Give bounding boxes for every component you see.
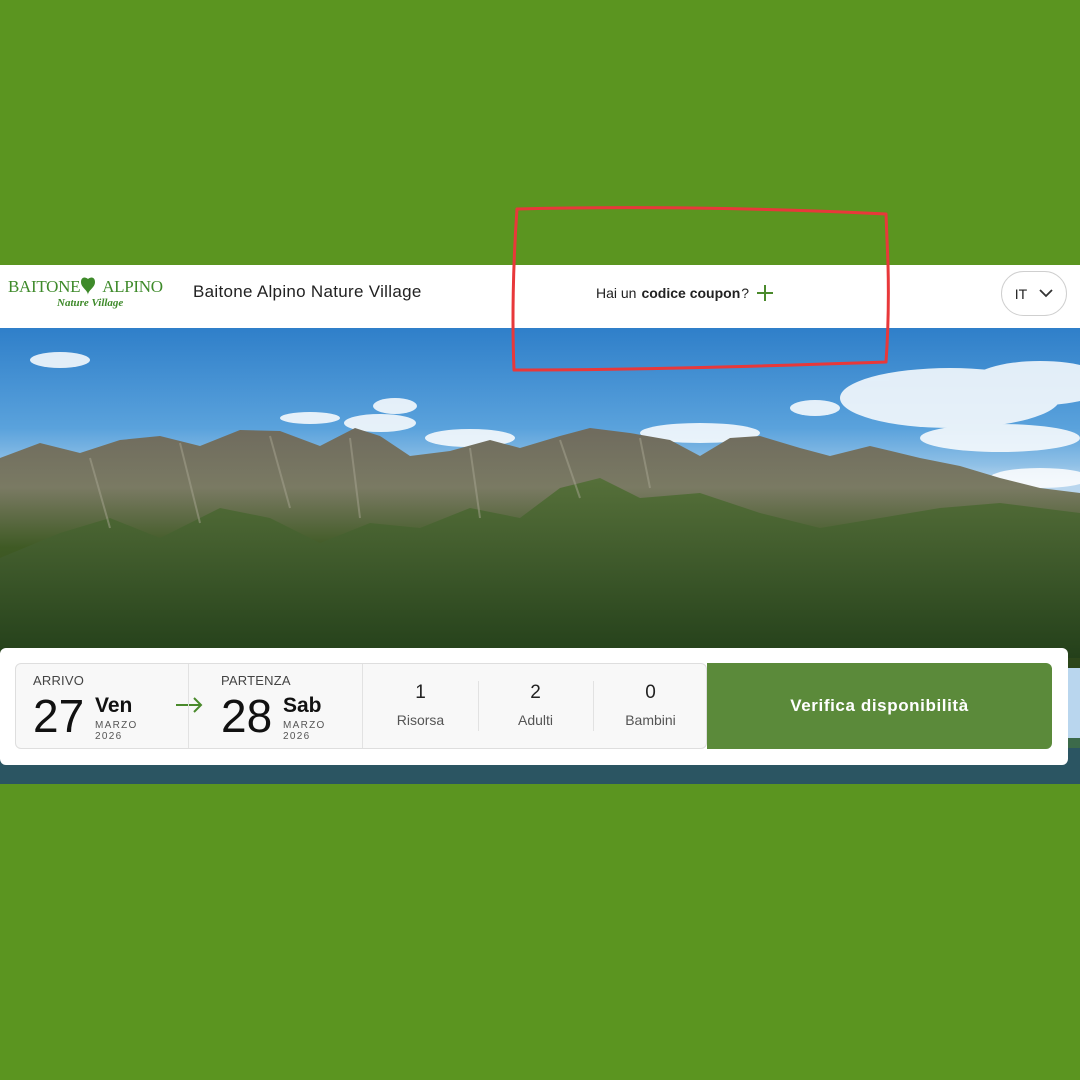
resource-label: Risorsa <box>396 712 445 728</box>
departure-day: 28 <box>221 690 273 742</box>
arrival-weekday: Ven <box>95 694 133 717</box>
departure-label: PARTENZA <box>221 673 291 688</box>
arrival-day: 27 <box>33 690 85 742</box>
logo-word-1: BAITONE <box>8 277 81 296</box>
logo-tagline: Nature Village <box>57 297 124 309</box>
check-availability-button[interactable]: Verifica disponibilità <box>707 663 1052 749</box>
coupon-bold-text: codice coupon <box>641 285 741 301</box>
plus-icon[interactable] <box>757 285 774 301</box>
leaf-icon <box>81 277 95 295</box>
coupon-prefix: Hai un <box>596 285 637 301</box>
resource-count-selector[interactable]: 1 Risorsa <box>363 664 478 748</box>
site-header: BAITONE ALPINO Nature Village Baitone Alp… <box>0 265 1080 328</box>
resource-count: 1 <box>415 682 426 703</box>
logo-word-2: ALPINO <box>102 277 163 296</box>
chevron-down-icon <box>1039 289 1053 298</box>
coupon-suffix: ? <box>741 285 750 301</box>
booking-card: ARRIVO 27 Ven MARZO 2026 PARTENZA 28 Sab… <box>0 648 1068 765</box>
departure-year: 2026 <box>283 731 311 742</box>
language-code: IT <box>1014 285 1028 302</box>
departure-weekday: Sab <box>283 694 322 717</box>
departure-date-picker[interactable]: PARTENZA 28 Sab MARZO 2026 <box>188 664 362 748</box>
guest-selector: 1 Risorsa 2 Adulti 0 Bambini <box>362 664 707 748</box>
baitone-alpino-logo[interactable]: BAITONE ALPINO Nature Village <box>8 275 163 321</box>
coupon-toggle[interactable]: Hai un codice coupon ? <box>596 285 774 301</box>
booking-form: ARRIVO 27 Ven MARZO 2026 PARTENZA 28 Sab… <box>15 663 707 749</box>
children-count: 0 <box>645 682 656 703</box>
children-label: Bambini <box>625 712 676 728</box>
departure-month: MARZO <box>283 720 326 731</box>
arrival-label: ARRIVO <box>33 673 85 688</box>
children-count-selector[interactable]: 0 Bambini <box>593 664 708 748</box>
adults-count: 2 <box>530 682 541 703</box>
adults-label: Adulti <box>517 712 554 728</box>
arrival-month-year: MARZO 2026 <box>95 720 138 742</box>
site-title: Baitone Alpino Nature Village <box>193 282 422 301</box>
language-selector[interactable]: IT <box>1001 271 1067 316</box>
arrival-year: 2026 <box>95 731 123 742</box>
departure-month-year: MARZO 2026 <box>283 720 326 742</box>
arrival-date-picker[interactable]: ARRIVO 27 Ven MARZO 2026 <box>16 664 203 748</box>
arrival-month: MARZO <box>95 720 138 731</box>
adults-count-selector[interactable]: 2 Adulti <box>478 664 593 748</box>
